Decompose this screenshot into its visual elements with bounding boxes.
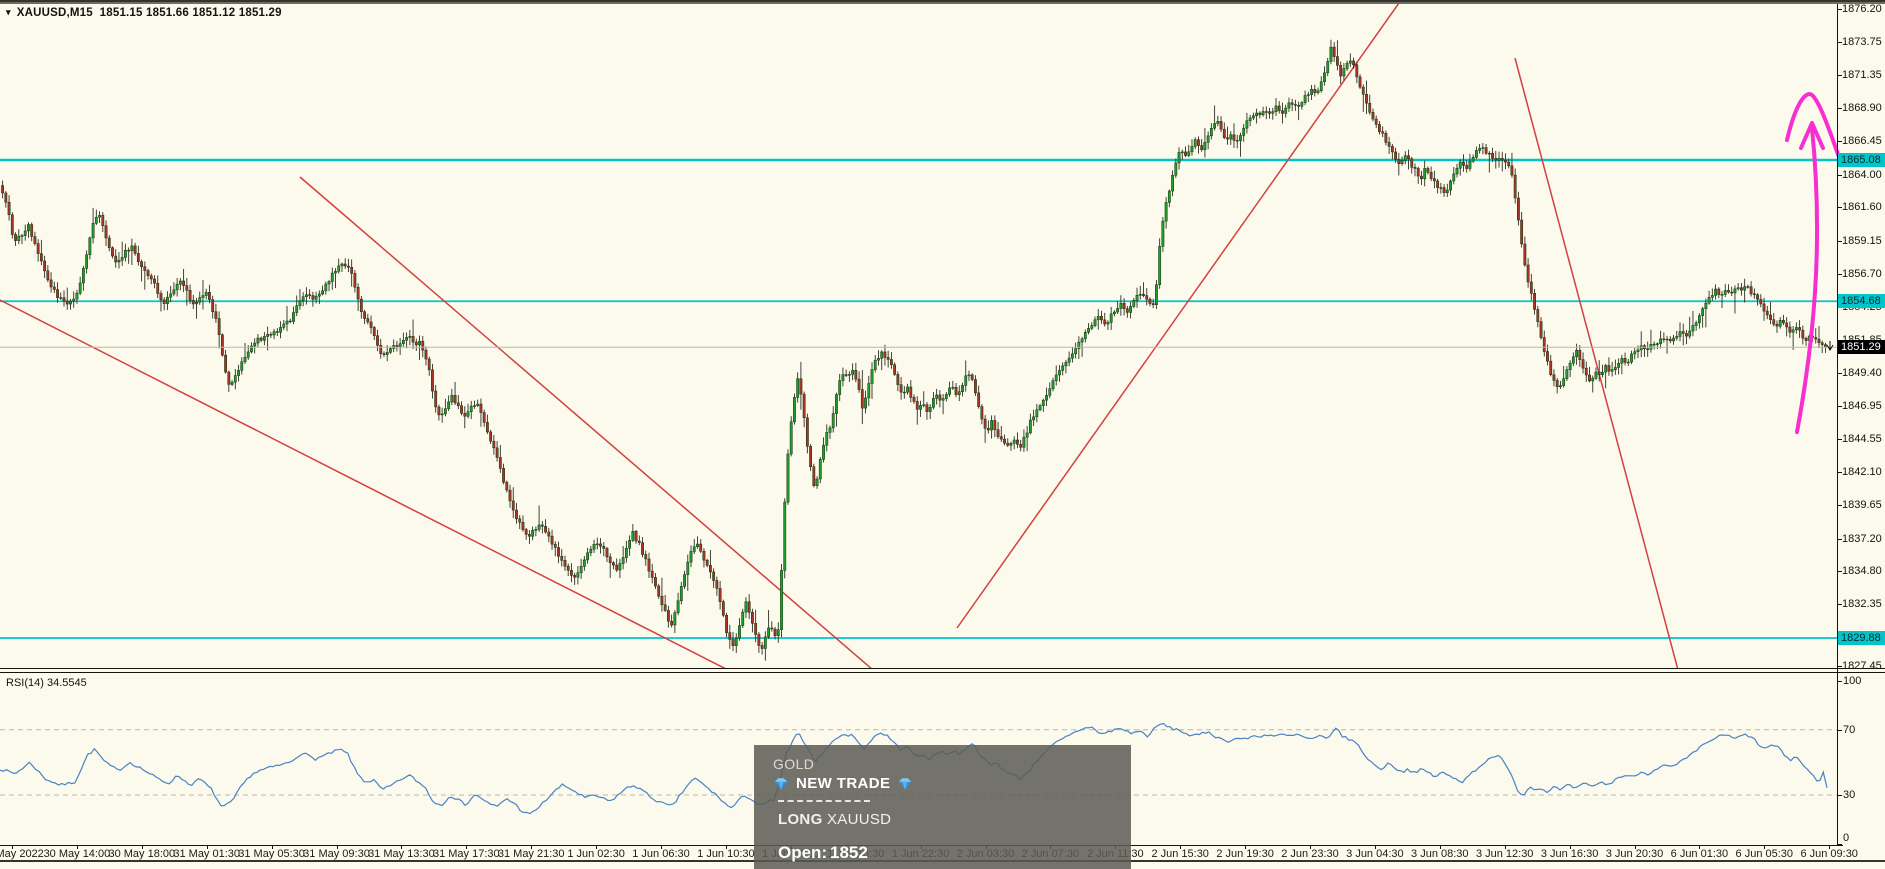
rsi-level-label: 30: [1843, 789, 1856, 801]
level-price-label: 1865.08: [1838, 153, 1885, 167]
price-tick-label: 1861.60: [1842, 201, 1882, 214]
time-tick-label: 3 Jun 08:30: [1411, 848, 1469, 860]
rsi-level-label: 70: [1843, 723, 1856, 736]
time-tick-label: 31 May 09:30: [303, 848, 370, 860]
popup-open-label: Open:: [778, 843, 828, 862]
level-price-label: 1829.88: [1838, 631, 1885, 645]
time-tick-label: 31 May 17:30: [432, 848, 500, 860]
price-tick-label: 1832.35: [1842, 598, 1882, 611]
time-tick-label: 31 May 05:30: [238, 848, 305, 860]
price-tick-label: 1859.15: [1842, 234, 1882, 247]
time-tick-label: 31 May 01:30: [173, 848, 241, 860]
time-tick-label: 2 Jun 19:30: [1216, 848, 1274, 860]
time-tick-label: 6 Jun 05:30: [1735, 848, 1794, 860]
mt-terminal-chart-window: ▾ XAUUSD,M15 1851.15 1851.66 1851.12 1851…: [0, 0, 1885, 869]
price-tick-label: 1868.90: [1842, 102, 1882, 115]
time-tick-label: 31 May 21:30: [497, 848, 565, 860]
popup-asset-name: GOLD: [773, 756, 815, 772]
time-tick-label: 1 Jun 02:30: [567, 848, 625, 860]
rsi-level-label: 0: [1843, 832, 1850, 844]
price-tick-label: 1834.80: [1842, 565, 1882, 578]
popup-open-row: Open: 1852: [778, 843, 868, 863]
diamond-icon: [774, 777, 788, 790]
price-tick-label: 1844.55: [1842, 432, 1882, 445]
rsi-tick: [1837, 795, 1842, 796]
price-tick-label: 1839.65: [1842, 499, 1882, 512]
symbol-dropdown-icon[interactable]: ▾: [6, 7, 11, 17]
current-price-label: 1851.29: [1838, 340, 1885, 355]
time-tick-label: 30 May 18:00: [108, 848, 176, 860]
time-tick-label: 2 Jun 15:30: [1151, 848, 1209, 860]
time-tick-label: 2 Jun 23:30: [1281, 848, 1339, 860]
time-tick-label: 1 Jun 10:30: [697, 848, 755, 860]
time-tick-label: 3 Jun 12:30: [1475, 848, 1534, 860]
rsi-level-label: 100: [1843, 675, 1862, 687]
price-tick-label: 1842.10: [1842, 466, 1882, 479]
popup-open-value: 1852: [830, 843, 868, 862]
diamond-icon: [899, 777, 912, 790]
price-tick-label: 1827.45: [1842, 660, 1882, 672]
price-tick-label: 1871.35: [1842, 68, 1882, 81]
trade-notification-popup: GOLD NEW TRADE LONG XAUUSD Open: 1852: [754, 745, 1131, 869]
price-tick-label: 1837.20: [1842, 532, 1882, 545]
time-tick-label: 3 Jun 20:30: [1605, 848, 1664, 860]
price-tick-label: 1876.20: [1842, 3, 1882, 15]
time-tick-label: 30 May 14:00: [43, 848, 111, 860]
chart-symbol-label: XAUUSD,M15: [16, 7, 93, 19]
chart-ohlc-info: ▾ XAUUSD,M15 1851.15 1851.66 1851.12 1851…: [6, 7, 282, 19]
price-tick-label: 1873.75: [1842, 36, 1882, 49]
rsi-indicator-pane[interactable]: [0, 0, 1885, 869]
time-tick-label: 6 Jun 09:30: [1800, 848, 1858, 860]
rsi-tick: [1837, 729, 1842, 731]
price-tick-label: 1864.00: [1842, 168, 1882, 181]
price-tick-label: 1846.95: [1842, 400, 1882, 413]
popup-new-trade-label: NEW TRADE: [796, 775, 891, 792]
rsi-tick: [1837, 844, 1842, 845]
chart-ohlc-values: 1851.15 1851.66 1851.12 1851.29: [99, 7, 282, 19]
rsi-tick: [1837, 680, 1842, 682]
time-tick-label: 3 Jun 16:30: [1540, 848, 1599, 860]
time-tick-label: 31 May 13:30: [368, 848, 435, 860]
time-tick-label: 1 Jun 06:30: [632, 848, 690, 860]
popup-direction-label: LONG XAUUSD: [778, 811, 892, 828]
price-tick-label: 1856.70: [1842, 267, 1882, 280]
price-tick-label: 1849.40: [1842, 366, 1882, 379]
time-tick-label: 6 Jun 01:30: [1670, 848, 1729, 860]
rsi-indicator-label: RSI(14) 34.5545: [6, 677, 87, 689]
time-tick-label: 3 Jun 04:30: [1346, 848, 1404, 860]
popup-divider: [778, 800, 870, 802]
time-tick-label: 30 May 2022: [0, 848, 44, 860]
popup-new-trade-row: NEW TRADE: [773, 775, 913, 792]
level-price-label: 1854.68: [1838, 294, 1885, 309]
price-tick-label: 1866.45: [1842, 135, 1882, 148]
